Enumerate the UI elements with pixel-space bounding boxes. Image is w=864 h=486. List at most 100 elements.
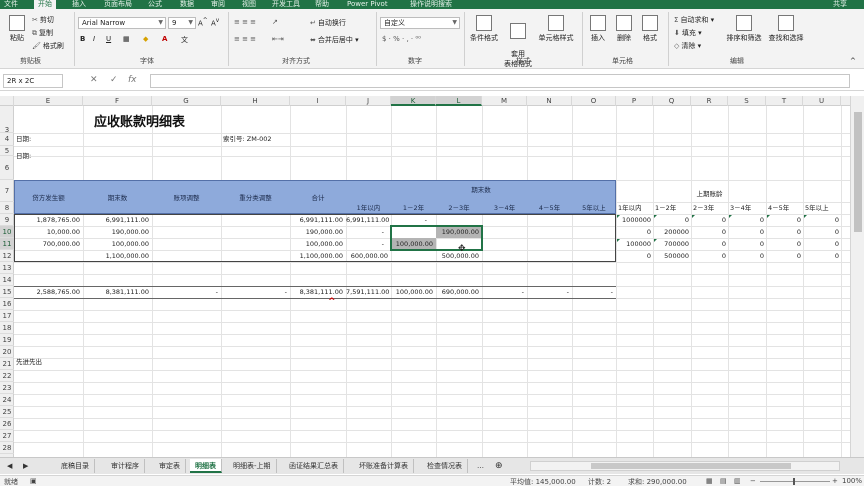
row-header[interactable]: 26 — [0, 418, 14, 430]
collapse-ribbon-button[interactable]: ^ — [850, 57, 856, 65]
scroll-tabs-left-icon[interactable]: ◀ — [2, 459, 17, 473]
cell[interactable]: 6,991,111.00 — [346, 215, 389, 225]
row-header[interactable]: 15 — [0, 286, 14, 298]
copy-button[interactable]: ⧉ 复制 — [32, 28, 53, 38]
cell[interactable]: 1,878,765.00 — [14, 215, 80, 225]
fill-button[interactable]: ⬇ 填充 ▾ — [674, 28, 702, 38]
cell[interactable]: 190,000.00 — [436, 227, 479, 237]
total-cell[interactable]: 7,591,111.00 — [346, 287, 389, 297]
insert-function-icon[interactable]: fx — [128, 75, 137, 85]
row-header[interactable]: 19 — [0, 334, 14, 346]
tab-review[interactable]: 审阅 — [211, 0, 225, 9]
borders-button[interactable]: ▦ — [123, 35, 130, 43]
prior-cell[interactable]: 700000 — [653, 239, 689, 249]
column-header[interactable]: Q — [653, 96, 691, 106]
total-cell[interactable]: 8,381,111.00 — [83, 287, 149, 297]
row-header[interactable]: 20 — [0, 346, 14, 358]
prior-cell[interactable]: 0 — [691, 251, 726, 261]
row-header[interactable]: 8 — [0, 202, 14, 214]
normal-view-icon[interactable]: ▦ — [706, 477, 713, 485]
total-cell[interactable]: 8,381,111.00 — [290, 287, 343, 297]
fill-color-button[interactable]: ◆ — [143, 35, 148, 43]
paste-button[interactable]: 粘贴 — [2, 15, 32, 43]
column-header[interactable]: U — [803, 96, 841, 106]
add-sheet-icon[interactable]: ⊕ — [490, 459, 508, 473]
prior-cell[interactable]: 0 — [766, 239, 801, 249]
zoom-slider-thumb[interactable] — [793, 478, 795, 485]
zoom-in-icon[interactable]: + — [832, 477, 838, 485]
column-header[interactable]: P — [616, 96, 653, 106]
font-color-button[interactable]: A — [162, 35, 167, 43]
cell[interactable]: 600,000.00 — [346, 251, 388, 261]
cell[interactable]: 100,000.00 — [391, 239, 433, 249]
prior-cell[interactable]: 0 — [691, 215, 726, 225]
cell[interactable]: - — [346, 227, 384, 237]
column-header[interactable]: L — [436, 96, 482, 106]
cell[interactable]: 700,000.00 — [14, 239, 80, 249]
column-header[interactable]: J — [346, 96, 391, 106]
align-top-button[interactable]: ≡ ≡ ≡ — [234, 18, 256, 26]
sheet-tab[interactable]: 明细表 — [190, 459, 222, 473]
row-header[interactable]: 21 — [0, 358, 14, 370]
row-header[interactable]: 14 — [0, 274, 14, 286]
tab-data[interactable]: 数据 — [180, 0, 194, 9]
page-layout-view-icon[interactable]: ▤ — [720, 477, 727, 485]
sheet-tab[interactable]: 坏账准备计算表 — [354, 459, 414, 473]
worksheet-grid[interactable]: 应收账款明细表 日期: 索引号: ZM-002 日期: 贷方发生额 期末数 账项… — [14, 106, 850, 457]
delete-cells-button[interactable]: 删除 — [612, 15, 636, 43]
row-header[interactable]: 7 — [0, 180, 14, 202]
prior-cell[interactable]: 0 — [691, 227, 726, 237]
column-header[interactable]: M — [482, 96, 527, 106]
underline-button[interactable]: U — [106, 35, 111, 43]
cell[interactable]: 190,000.00 — [290, 227, 343, 237]
cell[interactable]: 190,000.00 — [83, 227, 149, 237]
prior-cell[interactable]: 0 — [766, 215, 801, 225]
prior-cell[interactable]: 0 — [728, 251, 764, 261]
total-cell[interactable]: - — [221, 287, 287, 297]
column-header[interactable]: H — [221, 96, 290, 106]
row-header[interactable]: 9 — [0, 214, 14, 226]
tab-view[interactable]: 视图 — [242, 0, 256, 9]
number-format-buttons[interactable]: $ · % · ‚ · ⁰⁰ — [382, 35, 421, 43]
tab-insert[interactable]: 插入 — [72, 0, 86, 9]
row-header[interactable]: 24 — [0, 394, 14, 406]
column-header[interactable]: E — [14, 96, 83, 106]
column-header[interactable]: S — [728, 96, 766, 106]
vertical-scrollbar[interactable] — [850, 96, 864, 457]
total-cell[interactable]: - — [572, 287, 613, 297]
scroll-tabs-right-icon[interactable]: ▶ — [18, 459, 33, 473]
prior-cell[interactable]: 0 — [803, 227, 839, 237]
cancel-icon[interactable]: ✕ — [90, 75, 98, 85]
prior-cell[interactable]: 0 — [803, 239, 839, 249]
row-header[interactable]: 23 — [0, 382, 14, 394]
bold-button[interactable]: B — [80, 35, 85, 43]
tell-me-search[interactable]: 操作说明搜索 — [410, 0, 452, 9]
orientation-button[interactable]: ↗ — [272, 18, 278, 26]
total-cell[interactable]: 2,588,765.00 — [14, 287, 80, 297]
sheet-tab[interactable]: 审定表 — [154, 459, 186, 473]
font-name-dropdown[interactable]: Arial Narrow ▼ — [78, 17, 166, 29]
column-header[interactable]: T — [766, 96, 803, 106]
decrease-font-button[interactable]: Av — [211, 18, 219, 27]
column-header[interactable]: G — [152, 96, 221, 106]
cut-button[interactable]: ✂ 剪切 — [32, 15, 54, 25]
total-cell[interactable]: - — [152, 287, 218, 297]
row-header[interactable]: 3 — [0, 106, 14, 134]
sheet-tab[interactable]: 明细表-上期 — [228, 459, 277, 473]
column-header[interactable]: R — [691, 96, 728, 106]
align-left-button[interactable]: ≡ ≡ ≡ — [234, 35, 256, 43]
italic-button[interactable]: I — [93, 35, 95, 43]
tab-help[interactable]: 帮助 — [315, 0, 329, 9]
prior-cell[interactable]: 0 — [766, 251, 801, 261]
font-size-dropdown[interactable]: 9 ▼ — [168, 17, 196, 29]
insert-cells-button[interactable]: 插入 — [586, 15, 610, 43]
prior-cell[interactable]: 0 — [728, 227, 764, 237]
merge-center-button[interactable]: ⬌ 合并后居中 ▾ — [310, 35, 359, 45]
prior-cell[interactable]: 200000 — [653, 227, 689, 237]
formula-input[interactable] — [150, 74, 850, 88]
more-tabs-icon[interactable]: … — [472, 459, 489, 473]
prior-cell[interactable]: 0 — [803, 251, 839, 261]
prior-cell[interactable]: 1000000 — [616, 215, 651, 225]
row-header[interactable]: 4 — [0, 133, 14, 146]
prior-cell[interactable]: 0 — [653, 215, 689, 225]
